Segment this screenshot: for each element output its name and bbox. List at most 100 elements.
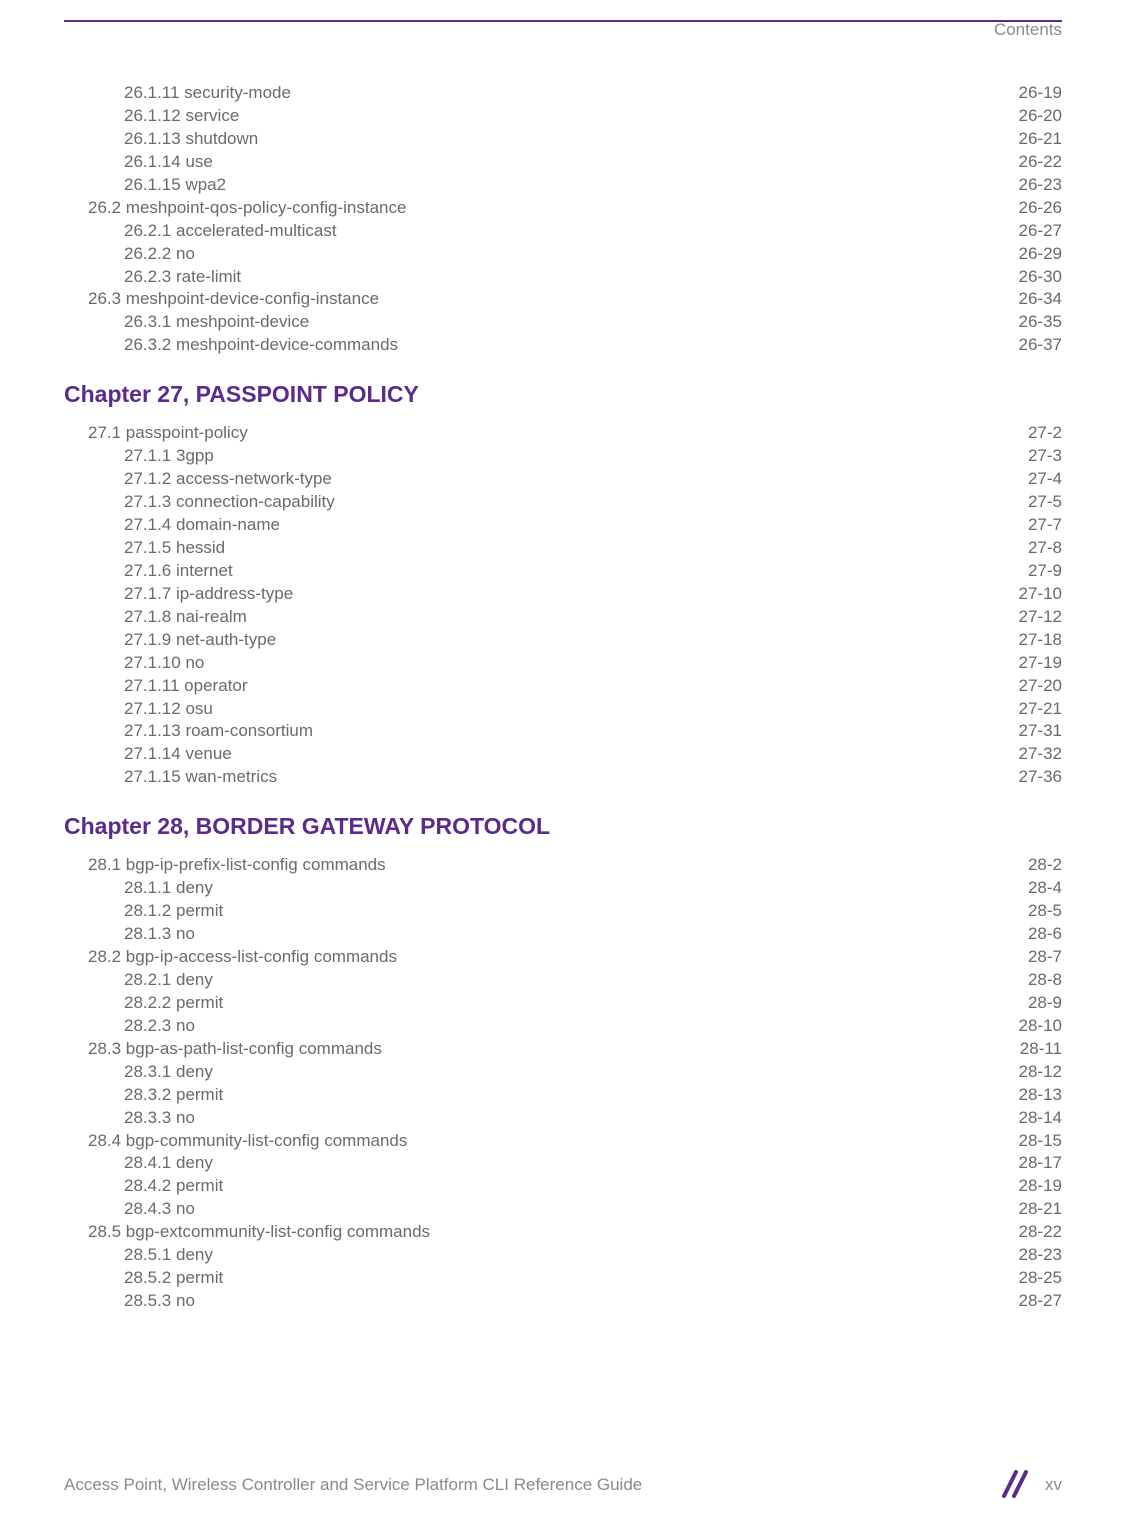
toc-entry-page: 26-22 bbox=[1019, 151, 1062, 174]
toc-row[interactable]: 28.1.1 deny28-4 bbox=[64, 877, 1062, 900]
toc-entry-page: 28-5 bbox=[1028, 900, 1062, 923]
toc-entry-page: 26-23 bbox=[1019, 174, 1062, 197]
toc-entry-page: 26-35 bbox=[1019, 311, 1062, 334]
toc-entry-page: 28-22 bbox=[1019, 1221, 1062, 1244]
toc-entry-page: 27-18 bbox=[1019, 629, 1062, 652]
toc-row[interactable]: 27.1.13 roam-consortium 27-31 bbox=[64, 720, 1062, 743]
toc-row[interactable]: 27.1.14 venue 27-32 bbox=[64, 743, 1062, 766]
toc-row[interactable]: 26.2 meshpoint-qos-policy-config-instanc… bbox=[64, 197, 1062, 220]
toc-row[interactable]: 28.1.2 permit28-5 bbox=[64, 900, 1062, 923]
toc-row[interactable]: 26.2.2 no26-29 bbox=[64, 243, 1062, 266]
toc-entry-label: 28.5.2 permit bbox=[124, 1267, 223, 1290]
toc-entry-label: 26.3 meshpoint-device-config-instance bbox=[88, 288, 379, 311]
toc-row[interactable]: 27.1.6 internet27-9 bbox=[64, 560, 1062, 583]
toc-list: 28.1 bgp-ip-prefix-list-config commands2… bbox=[64, 854, 1062, 1313]
toc-row[interactable]: 27.1.5 hessid27-8 bbox=[64, 537, 1062, 560]
toc-entry-label: 28.5.1 deny bbox=[124, 1244, 213, 1267]
toc-row[interactable]: 27.1.10 no27-19 bbox=[64, 652, 1062, 675]
toc-entry-label: 27.1.2 access-network-type bbox=[124, 468, 332, 491]
toc-row[interactable]: 27.1.8 nai-realm27-12 bbox=[64, 606, 1062, 629]
toc-entry-page: 27-2 bbox=[1028, 422, 1062, 445]
toc-row[interactable]: 27.1.12 osu27-21 bbox=[64, 698, 1062, 721]
toc-row[interactable]: 28.2.1 deny 28-8 bbox=[64, 969, 1062, 992]
toc-row[interactable]: 28.3.2 permit 28-13 bbox=[64, 1084, 1062, 1107]
toc-entry-label: 28.2.1 deny bbox=[124, 969, 213, 992]
header-section-label: Contents bbox=[994, 20, 1062, 40]
toc-row[interactable]: 26.3.2 meshpoint-device-commands26-37 bbox=[64, 334, 1062, 357]
toc-row[interactable]: 28.1.3 no28-6 bbox=[64, 923, 1062, 946]
toc-row[interactable]: 28.4.3 no28-21 bbox=[64, 1198, 1062, 1221]
toc-entry-page: 28-27 bbox=[1019, 1290, 1062, 1313]
footer-right: xv bbox=[1001, 1469, 1062, 1501]
toc-row[interactable]: 28.1 bgp-ip-prefix-list-config commands2… bbox=[64, 854, 1062, 877]
toc-row[interactable]: 26.1.15 wpa226-23 bbox=[64, 174, 1062, 197]
toc-entry-label: 28.3.2 permit bbox=[124, 1084, 223, 1107]
toc-entry-label: 28.4.2 permit bbox=[124, 1175, 223, 1198]
toc-entry-page: 27-19 bbox=[1019, 652, 1062, 675]
toc-entry-page: 28-13 bbox=[1019, 1084, 1062, 1107]
header-rule bbox=[64, 20, 1062, 22]
toc-entry-page: 27-32 bbox=[1019, 743, 1062, 766]
toc-row[interactable]: 28.3.3 no28-14 bbox=[64, 1107, 1062, 1130]
toc-row[interactable]: 27.1.9 net-auth-type 27-18 bbox=[64, 629, 1062, 652]
toc-entry-page: 28-12 bbox=[1019, 1061, 1062, 1084]
toc-entry-label: 28.3 bgp-as-path-list-config commands bbox=[88, 1038, 382, 1061]
toc-row[interactable]: 27.1.15 wan-metrics27-36 bbox=[64, 766, 1062, 789]
toc-entry-label: 26.2 meshpoint-qos-policy-config-instanc… bbox=[88, 197, 406, 220]
toc-entry-page: 28-7 bbox=[1028, 946, 1062, 969]
toc-row[interactable]: 26.1.14 use26-22 bbox=[64, 151, 1062, 174]
toc-row[interactable]: 27.1 passpoint-policy27-2 bbox=[64, 422, 1062, 445]
toc-row[interactable]: 26.2.1 accelerated-multicast26-27 bbox=[64, 220, 1062, 243]
toc-row[interactable]: 28.4.1 deny28-17 bbox=[64, 1152, 1062, 1175]
toc-row[interactable]: 26.3.1 meshpoint-device26-35 bbox=[64, 311, 1062, 334]
toc-entry-page: 27-10 bbox=[1019, 583, 1062, 606]
toc-row[interactable]: 28.5.1 deny28-23 bbox=[64, 1244, 1062, 1267]
toc-row[interactable]: 28.3.1 deny28-12 bbox=[64, 1061, 1062, 1084]
toc-entry-page: 26-29 bbox=[1019, 243, 1062, 266]
toc-entry-page: 26-19 bbox=[1019, 82, 1062, 105]
toc-entry-label: 26.1.13 shutdown bbox=[124, 128, 258, 151]
document-page: Contents 26.1.11 security-mode26-1926.1.… bbox=[0, 20, 1126, 1535]
toc-entry-label: 27.1.4 domain-name bbox=[124, 514, 280, 537]
toc-row[interactable]: 28.2.2 permit28-9 bbox=[64, 992, 1062, 1015]
toc-row[interactable]: 26.3 meshpoint-device-config-instance 26-… bbox=[64, 288, 1062, 311]
toc-entry-page: 28-15 bbox=[1019, 1130, 1062, 1153]
toc-row[interactable]: 28.5.3 no28-27 bbox=[64, 1290, 1062, 1313]
toc-entry-page: 28-8 bbox=[1028, 969, 1062, 992]
toc-row[interactable]: 28.4 bgp-community-list-config commands2… bbox=[64, 1130, 1062, 1153]
toc-entry-page: 26-34 bbox=[1019, 288, 1062, 311]
toc-entry-label: 26.1.11 security-mode bbox=[124, 82, 291, 105]
toc-row[interactable]: 26.1.11 security-mode 26-19 bbox=[64, 82, 1062, 105]
toc-row[interactable]: 26.1.12 service26-20 bbox=[64, 105, 1062, 128]
toc-entry-page: 28-19 bbox=[1019, 1175, 1062, 1198]
page-footer: Access Point, Wireless Controller and Se… bbox=[64, 1469, 1062, 1501]
toc-entry-page: 27-20 bbox=[1019, 675, 1062, 698]
toc-entry-page: 28-14 bbox=[1019, 1107, 1062, 1130]
toc-entry-label: 26.2.3 rate-limit bbox=[124, 266, 241, 289]
toc-row[interactable]: 28.4.2 permit 28-19 bbox=[64, 1175, 1062, 1198]
toc-row[interactable]: 28.2.3 no28-10 bbox=[64, 1015, 1062, 1038]
toc-row[interactable]: 28.5.2 permit28-25 bbox=[64, 1267, 1062, 1290]
toc-entry-label: 28.2 bgp-ip-access-list-config commands bbox=[88, 946, 397, 969]
toc-row[interactable]: 28.2 bgp-ip-access-list-config commands 2… bbox=[64, 946, 1062, 969]
toc-entry-page: 26-30 bbox=[1019, 266, 1062, 289]
toc-row[interactable]: 26.2.3 rate-limit 26-30 bbox=[64, 266, 1062, 289]
toc-row[interactable]: 27.1.1 3gpp27-3 bbox=[64, 445, 1062, 468]
toc-entry-label: 27.1.14 venue bbox=[124, 743, 232, 766]
toc-entry-label: 27.1.13 roam-consortium bbox=[124, 720, 313, 743]
toc-row[interactable]: 28.5 bgp-extcommunity-list-config comman… bbox=[64, 1221, 1062, 1244]
toc-row[interactable]: 27.1.3 connection-capability27-5 bbox=[64, 491, 1062, 514]
toc-entry-page: 28-2 bbox=[1028, 854, 1062, 877]
toc-entry-label: 26.3.2 meshpoint-device-commands bbox=[124, 334, 398, 357]
toc-row[interactable]: 27.1.2 access-network-type27-4 bbox=[64, 468, 1062, 491]
toc-row[interactable]: 27.1.4 domain-name 27-7 bbox=[64, 514, 1062, 537]
toc-row[interactable]: 27.1.7 ip-address-type27-10 bbox=[64, 583, 1062, 606]
toc-row[interactable]: 28.3 bgp-as-path-list-config commands28-… bbox=[64, 1038, 1062, 1061]
toc-row[interactable]: 26.1.13 shutdown26-21 bbox=[64, 128, 1062, 151]
toc-entry-page: 27-12 bbox=[1019, 606, 1062, 629]
toc-entry-label: 28.2.2 permit bbox=[124, 992, 223, 1015]
toc-entry-page: 27-31 bbox=[1019, 720, 1062, 743]
toc-row[interactable]: 27.1.11 operator27-20 bbox=[64, 675, 1062, 698]
toc-entry-label: 27.1.9 net-auth-type bbox=[124, 629, 276, 652]
toc-entry-page: 27-7 bbox=[1028, 514, 1062, 537]
